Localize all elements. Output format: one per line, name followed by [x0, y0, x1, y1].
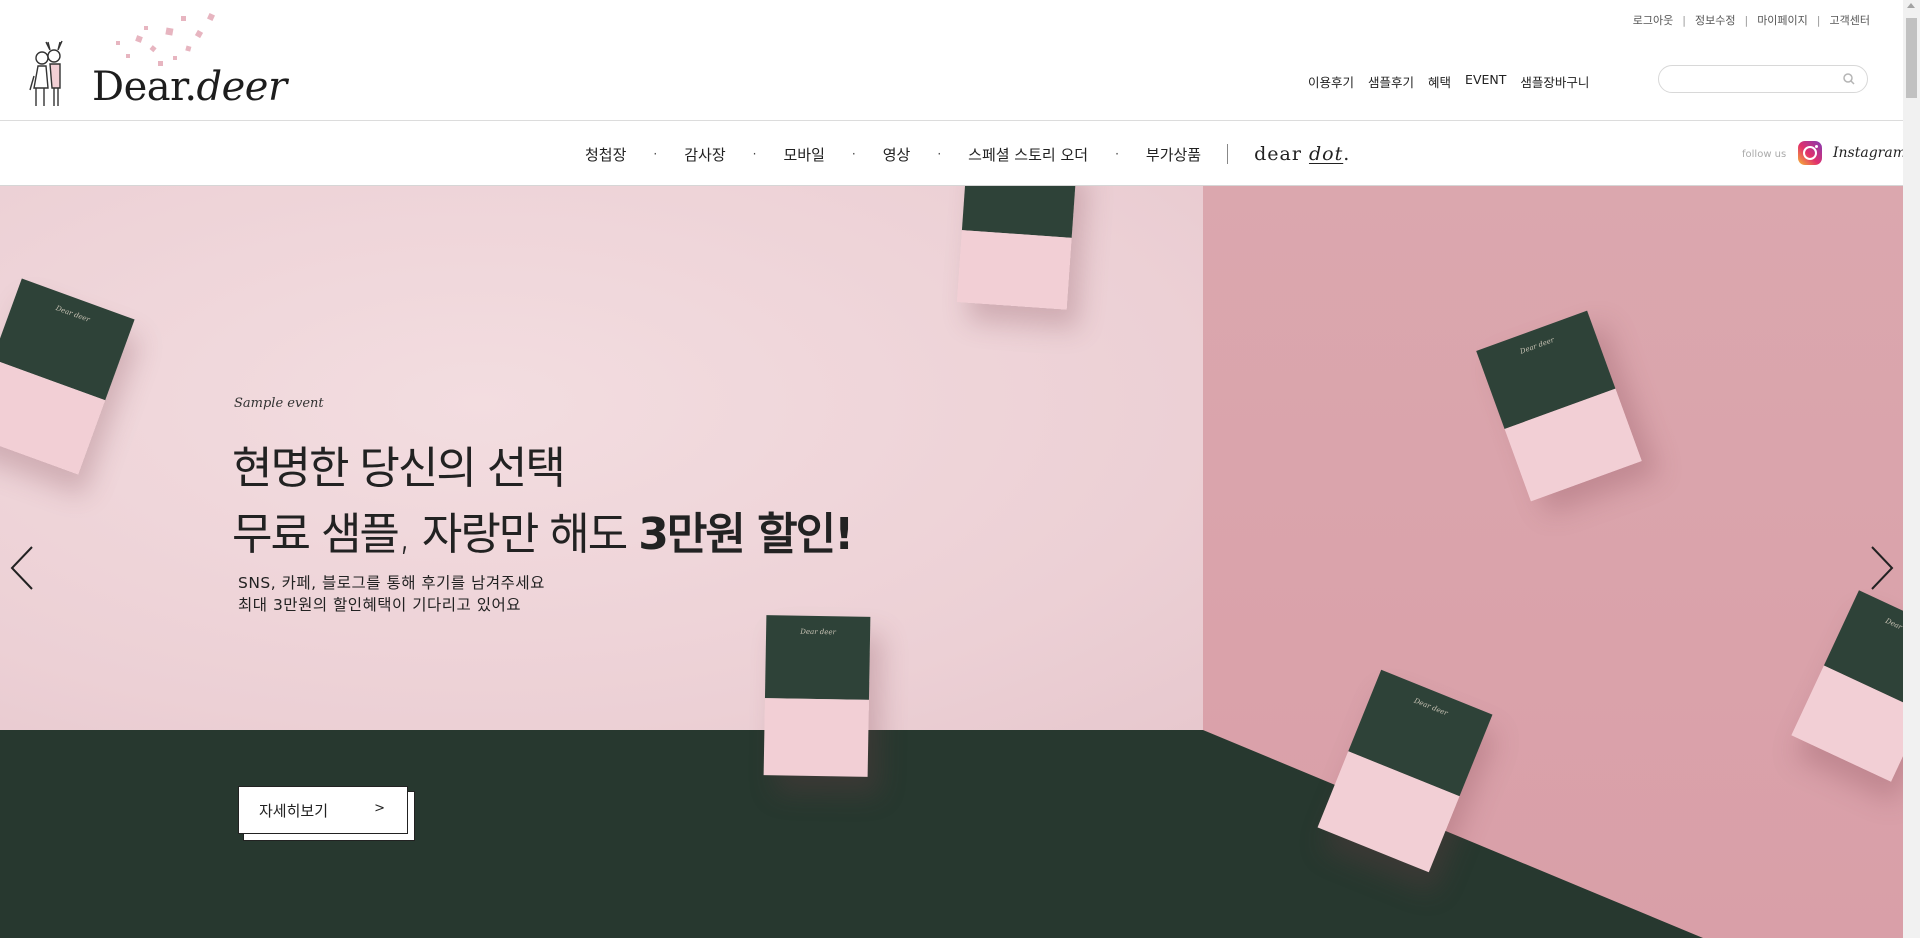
page: 로그아웃 | 정보수정 | 마이페이지 | 고객센터 Dear.deer 이용후…: [0, 0, 1903, 938]
dot-separator: ·: [851, 147, 856, 161]
instagram-link[interactable]: Instagram: [1833, 145, 1903, 161]
hero-eyebrow: Sample event: [234, 396, 324, 411]
category-invitation[interactable]: 청첩장: [585, 144, 626, 165]
search-input[interactable]: [1669, 66, 1843, 92]
category-list: 청첩장 · 감사장 · 모바일 · 영상 · 스페셜 스토리 오더 · 부가상품…: [585, 143, 1350, 165]
hero-title-line2: 무료 샘플, 자랑만 해도 3만원 할인!: [232, 509, 854, 560]
category-extras[interactable]: 부가상품: [1146, 144, 1201, 165]
category-nav: 청첩장 · 감사장 · 모바일 · 영상 · 스페셜 스토리 오더 · 부가상품…: [0, 121, 1903, 186]
dot-separator: ·: [1115, 147, 1119, 161]
hero-description: SNS, 카페, 블로그를 통해 후기를 남겨주세요 최대 3만원의 할인혜택이…: [238, 574, 545, 614]
dot-separator: ·: [653, 147, 658, 161]
scrollbar-thumb[interactable]: [1906, 18, 1917, 98]
category-mobile[interactable]: 모바일: [783, 144, 824, 165]
nav-reviews[interactable]: 이용후기: [1308, 72, 1354, 91]
top-nav: 이용후기 샘플후기 혜택 EVENT 샘플장바구니: [1308, 72, 1589, 91]
nav-benefits[interactable]: 혜택: [1428, 72, 1451, 91]
customer-center-link[interactable]: 고객센터: [1821, 12, 1879, 28]
hero-title-line1: 현명한 당신의 선택: [232, 443, 566, 494]
dot-separator: ·: [752, 147, 757, 161]
instagram-icon[interactable]: [1798, 141, 1822, 165]
nav-sample-cart[interactable]: 샘플장바구니: [1520, 72, 1589, 91]
search-icon[interactable]: [1841, 71, 1857, 87]
box-image: Dear deer: [956, 186, 1078, 310]
follow-us-label: follow us: [1742, 149, 1787, 160]
edit-profile-link[interactable]: 정보수정: [1686, 12, 1744, 28]
hero-banner: Dear deer Dear deer Dear deer Dear deer …: [0, 186, 1903, 938]
box-image: Dear deer: [763, 615, 871, 777]
dear-dot-logo[interactable]: dear dot.: [1254, 143, 1350, 165]
hero-title: 현명한 당신의 선택 무료 샘플, 자랑만 해도 3만원 할인!: [232, 436, 854, 568]
logo-text: Dear.deer: [92, 64, 287, 110]
utility-links: 로그아웃 | 정보수정 | 마이페이지 | 고객센터: [1624, 12, 1879, 28]
mypage-link[interactable]: 마이페이지: [1748, 12, 1817, 28]
view-details-button[interactable]: 자세히보기 >: [238, 786, 408, 834]
category-video[interactable]: 영상: [883, 144, 911, 165]
logout-link[interactable]: 로그아웃: [1624, 12, 1682, 28]
dot-separator: ·: [937, 147, 942, 161]
site-header: 로그아웃 | 정보수정 | 마이페이지 | 고객센터 Dear.deer 이용후…: [0, 0, 1903, 121]
divider: [1227, 144, 1229, 164]
nav-sample-reviews[interactable]: 샘플후기: [1368, 72, 1414, 91]
scroll-up-icon[interactable]: [1907, 3, 1915, 8]
nav-event[interactable]: EVENT: [1465, 72, 1506, 91]
next-slide-arrow-icon[interactable]: [1866, 543, 1896, 593]
category-special-story-order[interactable]: 스페셜 스토리 오더: [968, 144, 1088, 165]
scrollbar[interactable]: [1903, 0, 1920, 938]
category-thanks-card[interactable]: 감사장: [684, 144, 725, 165]
search-box: [1658, 65, 1868, 93]
site-logo[interactable]: Dear.deer: [26, 6, 287, 116]
prev-slide-arrow-icon[interactable]: [8, 543, 38, 593]
